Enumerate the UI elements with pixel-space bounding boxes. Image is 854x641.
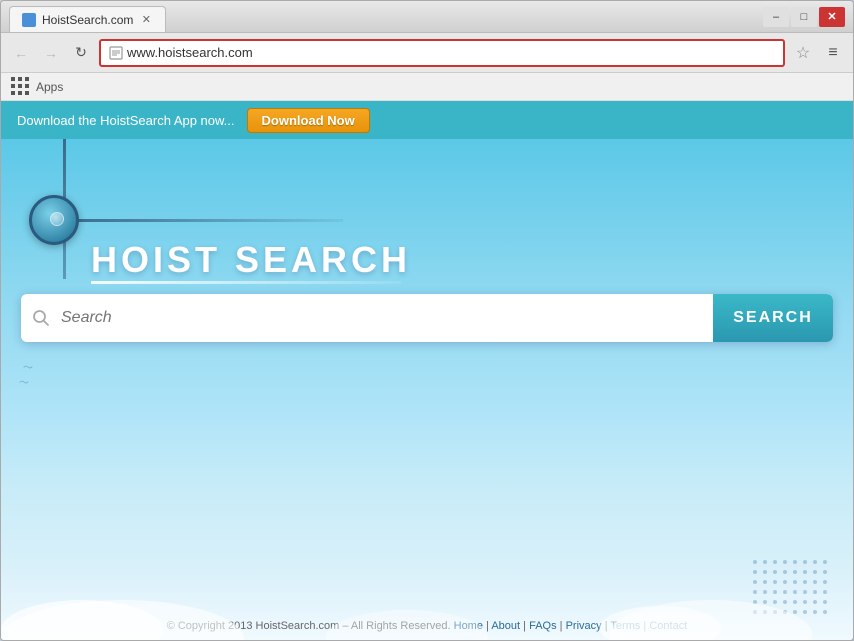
tab-area: HoistSearch.com ✕ bbox=[9, 1, 763, 32]
download-now-button[interactable]: Download Now bbox=[247, 108, 370, 133]
bookmark-button[interactable]: ☆ bbox=[791, 41, 815, 65]
apps-label[interactable]: Apps bbox=[36, 80, 63, 94]
back-button[interactable]: ← bbox=[9, 41, 33, 65]
apps-grid-icon bbox=[11, 77, 30, 96]
cloud-decoration bbox=[1, 550, 853, 640]
search-box: SEARCH bbox=[21, 294, 833, 342]
forward-button[interactable]: → bbox=[39, 41, 63, 65]
window-controls: – □ ✕ bbox=[763, 7, 845, 27]
bird-decoration-1: 〜 bbox=[23, 359, 33, 374]
search-input[interactable] bbox=[61, 294, 713, 342]
maximize-button[interactable]: □ bbox=[791, 7, 817, 27]
tab-close-button[interactable]: ✕ bbox=[139, 13, 153, 27]
main-content-area: HOIST SEARCH SEARCH © Copyright 2013 Hoi… bbox=[1, 139, 853, 640]
decoration-horizontal-line bbox=[63, 219, 343, 222]
search-icon bbox=[21, 294, 61, 342]
download-banner: Download the HoistSearch App now... Down… bbox=[1, 101, 853, 139]
decoration-inner-circle bbox=[50, 212, 64, 226]
page-content: Download the HoistSearch App now... Down… bbox=[1, 101, 853, 640]
bird-decoration-2: 〜 bbox=[19, 374, 29, 389]
navigation-bar: ← → ↻ ☆ ≡ bbox=[1, 33, 853, 73]
logo-underline bbox=[91, 281, 401, 284]
refresh-button[interactable]: ↻ bbox=[69, 41, 93, 65]
menu-button[interactable]: ≡ bbox=[821, 41, 845, 65]
title-bar: HoistSearch.com ✕ – □ ✕ bbox=[1, 1, 853, 33]
address-bar[interactable] bbox=[99, 39, 785, 67]
tab-favicon bbox=[22, 13, 36, 27]
active-tab[interactable]: HoistSearch.com ✕ bbox=[9, 6, 166, 32]
page-icon bbox=[109, 46, 123, 60]
banner-text: Download the HoistSearch App now... bbox=[17, 113, 235, 128]
search-button[interactable]: SEARCH bbox=[713, 294, 833, 342]
browser-window: HoistSearch.com ✕ – □ ✕ ← → ↻ ☆ ≡ bbox=[0, 0, 854, 641]
tab-title: HoistSearch.com bbox=[42, 13, 133, 27]
close-button[interactable]: ✕ bbox=[819, 7, 845, 27]
address-input[interactable] bbox=[127, 45, 775, 60]
minimize-button[interactable]: – bbox=[763, 7, 789, 27]
site-logo: HOIST SEARCH bbox=[91, 239, 411, 281]
apps-bar: Apps bbox=[1, 73, 853, 101]
decoration-circle bbox=[29, 195, 79, 245]
